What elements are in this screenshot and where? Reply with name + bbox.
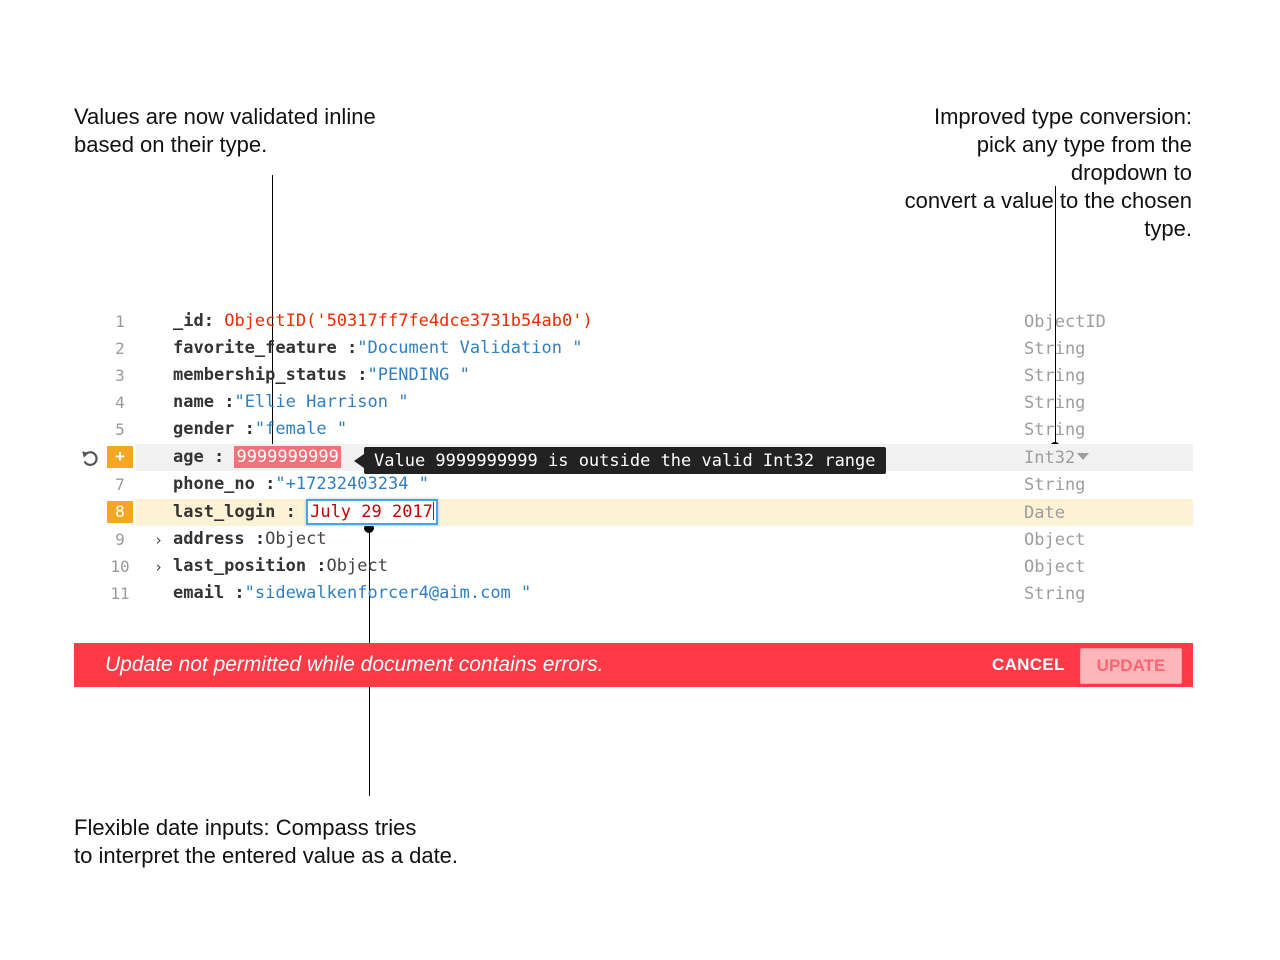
field-row-membership-status[interactable]: 3 membership_status :"PENDING " String [74,362,1193,389]
field-separator: : [357,365,368,385]
line-number: 5 [115,420,125,439]
field-type[interactable]: String [1024,362,1085,391]
field-key[interactable]: age [173,447,214,467]
field-separator: : [244,419,255,439]
field-separator: : [203,311,214,331]
field-key[interactable]: gender [173,419,245,439]
open-quote: " [357,338,368,358]
field-row-last-login[interactable]: 8 last_login : July 29 2017 Date [74,499,1193,526]
open-quote: " [275,474,286,494]
update-button[interactable]: UPDATE [1080,648,1182,684]
field-key[interactable]: email [173,583,234,603]
field-value: Object [265,529,327,549]
field-type[interactable]: String [1024,335,1085,364]
field-key[interactable]: phone_no [173,474,265,494]
field-row-gender[interactable]: 5 gender :"female " String [74,416,1193,443]
field-separator: : [224,392,235,412]
field-value[interactable]: Ellie Harrison [245,392,399,412]
field-type[interactable]: Date [1024,499,1065,528]
field-separator: : [316,556,327,576]
revert-icon[interactable] [80,448,100,468]
field-separator: : [285,502,296,522]
field-key[interactable]: address [173,529,255,549]
field-type[interactable]: String [1024,389,1085,418]
field-separator: : [213,447,225,467]
annotation-type-conversion: Improved type conversion: pick any type … [904,104,1192,241]
field-type[interactable]: String [1024,580,1085,609]
date-value-input[interactable]: July 29 2017 [306,499,438,525]
line-number: 10 [110,557,130,576]
close-quote: " [521,583,532,603]
line-number-badge: 8 [107,501,133,523]
line-number: 9 [115,530,125,549]
field-key[interactable]: membership_status [173,365,357,385]
line-number: 11 [110,584,130,603]
annotation-flexible-dates: Flexible date inputs: Compass tries to i… [74,815,459,868]
close-quote: " [398,392,409,412]
line-number: 2 [115,339,125,358]
field-value[interactable]: ObjectID('50317ff7fe4dce3731b54ab0') [224,311,592,331]
line-number: 7 [115,475,125,494]
close-quote: " [418,474,429,494]
text-cursor [432,502,434,520]
error-banner: Update not permitted while document cont… [74,643,1193,687]
line-number: 1 [115,312,125,331]
chevron-right-icon[interactable]: › [154,553,163,582]
add-field-button[interactable]: + [107,446,133,468]
open-quote: " [244,583,255,603]
field-value[interactable]: PENDING [378,365,460,385]
field-value[interactable]: +17232403234 [286,474,419,494]
line-number: 3 [115,366,125,385]
field-value: Object [326,556,388,576]
field-row-email[interactable]: 11 email :"sidewalkenforcer4@aim.com " S… [74,580,1193,607]
close-quote: " [336,419,348,439]
field-type[interactable]: Object [1024,553,1085,582]
field-value[interactable]: sidewalkenforcer4@aim.com [255,583,521,603]
field-key[interactable]: last_login [173,502,286,522]
field-row-name[interactable]: 4 name :"Ellie Harrison " String [74,389,1193,416]
error-message: Update not permitted while document cont… [105,653,604,676]
field-row-favorite-feature[interactable]: 2 favorite_feature :"Document Validation… [74,335,1193,362]
field-row-id[interactable]: 1 _id: ObjectID('50317ff7fe4dce3731b54ab… [74,308,1193,335]
field-separator: : [254,529,266,549]
field-type[interactable]: Object [1024,526,1085,555]
field-separator: : [265,474,276,494]
open-quote: " [254,419,266,439]
field-value[interactable]: Document Validation [368,338,573,358]
validation-error-tooltip: Value 9999999999 is outside the valid In… [364,447,886,474]
field-key[interactable]: _id [173,311,204,331]
open-quote: " [234,392,245,412]
caret-down-icon[interactable] [1077,453,1090,460]
field-key[interactable]: name [173,392,224,412]
field-type[interactable]: String [1024,416,1085,445]
tooltip-arrow [354,454,364,468]
field-type[interactable]: ObjectID [1024,308,1106,337]
field-value[interactable]: female [265,419,337,439]
field-key[interactable]: favorite_feature [173,338,347,358]
line-number: 4 [115,393,125,412]
close-quote: " [459,365,470,385]
field-separator: : [347,338,358,358]
field-row-last-position[interactable]: 10 › last_position :Object Object [74,553,1193,580]
field-row-phone-no[interactable]: 7 phone_no :"+17232403234 " String [74,471,1193,498]
field-row-address[interactable]: 9 › address :Object Object [74,526,1193,553]
invalid-field-value[interactable]: 9999999999 [234,446,341,468]
field-separator: : [234,583,245,603]
field-type[interactable]: String [1024,471,1085,500]
cancel-button[interactable]: CANCEL [992,643,1065,687]
open-quote: " [367,365,378,385]
field-key[interactable]: last_position [173,556,316,576]
close-quote: " [572,338,583,358]
chevron-right-icon[interactable]: › [154,526,163,555]
annotation-inline-validation: Values are now validated inline based on… [74,104,376,157]
type-dropdown[interactable]: Int32 [1024,444,1090,473]
